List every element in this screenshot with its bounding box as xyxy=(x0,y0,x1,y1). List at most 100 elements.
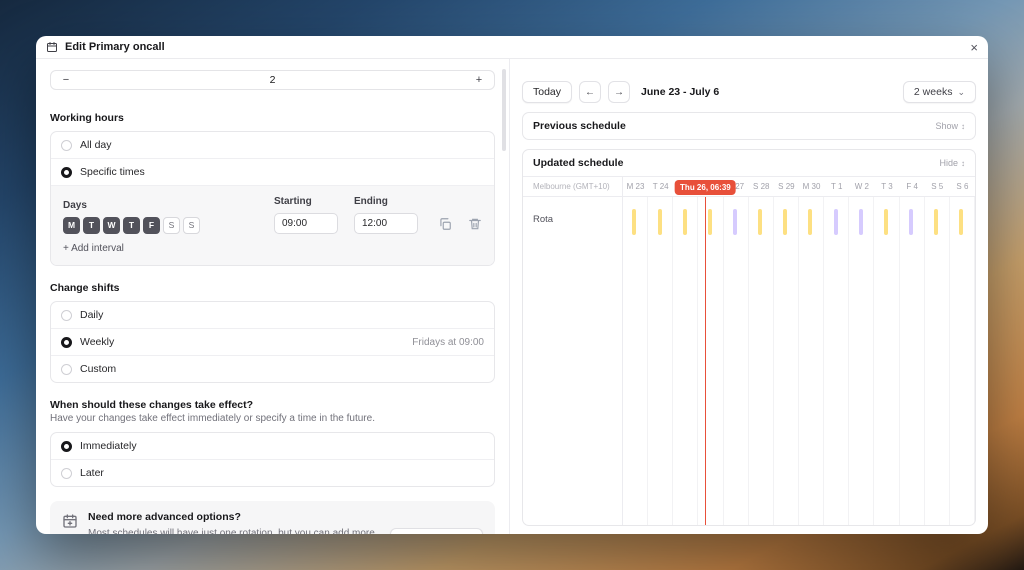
working-hours-label: Working hours xyxy=(50,112,495,124)
close-button[interactable]: × xyxy=(970,41,978,54)
day-column xyxy=(925,197,950,525)
previous-schedule-label: Previous schedule xyxy=(533,120,626,132)
shift-bar[interactable] xyxy=(909,209,913,235)
day-label: S 5 xyxy=(925,177,950,196)
day-toggle-tuesday[interactable]: T xyxy=(83,217,100,234)
shift-bar[interactable] xyxy=(758,209,762,235)
day-column xyxy=(673,197,698,525)
schedule-preview-panel: Today ← → June 23 - July 6 2 weeks ⌄ Pre… xyxy=(510,59,988,534)
timeline-grid xyxy=(623,197,975,525)
shift-bar[interactable] xyxy=(632,209,636,235)
shift-bar[interactable] xyxy=(884,209,888,235)
advanced-text: Most schedules will have just one rotati… xyxy=(88,528,375,534)
show-toggle[interactable]: Show ↕ xyxy=(935,121,965,131)
option-all-day[interactable]: All day xyxy=(51,132,494,158)
shift-bar[interactable] xyxy=(683,209,687,235)
day-column xyxy=(623,197,648,525)
day-column xyxy=(874,197,899,525)
rotation-count-stepper: − 2 + xyxy=(50,70,495,90)
prev-period-button[interactable]: ← xyxy=(579,81,601,103)
radio-icon xyxy=(61,364,72,375)
option-label: Custom xyxy=(80,363,116,375)
day-column xyxy=(849,197,874,525)
current-time-line xyxy=(705,197,706,525)
timeline-toolbar: Today ← → June 23 - July 6 2 weeks ⌄ xyxy=(522,81,976,103)
starting-time-input[interactable] xyxy=(274,213,338,234)
add-rotation-button[interactable]: + Add rotation xyxy=(390,528,483,534)
radio-icon xyxy=(61,140,72,151)
option-label: All day xyxy=(80,139,112,151)
timeline: Melbourne (GMT+10) Rota M 23T 24W 25T 26… xyxy=(523,176,975,525)
option-weekly[interactable]: Weekly Fridays at 09:00 xyxy=(51,328,494,355)
advanced-title: Need more advanced options? xyxy=(88,511,380,523)
today-button[interactable]: Today xyxy=(522,81,572,103)
timeline-left-column: Melbourne (GMT+10) Rota xyxy=(523,177,623,525)
shift-bar[interactable] xyxy=(834,209,838,235)
radio-selected-icon xyxy=(61,441,72,452)
day-column xyxy=(648,197,673,525)
previous-schedule-bar[interactable]: Previous schedule Show ↕ xyxy=(522,112,976,140)
shift-bar[interactable] xyxy=(859,209,863,235)
day-label: M 30 xyxy=(799,177,824,196)
weekly-detail: Fridays at 09:00 xyxy=(412,337,484,348)
trash-icon xyxy=(468,217,482,231)
shift-bar[interactable] xyxy=(783,209,787,235)
current-time-badge: Thu 26, 06:39 xyxy=(675,180,736,195)
day-column xyxy=(774,197,799,525)
ending-time-input[interactable] xyxy=(354,213,418,234)
day-label: T 24 xyxy=(648,177,673,196)
unfold-icon: ↕ xyxy=(961,122,965,131)
day-toggle-sunday[interactable]: S xyxy=(183,217,200,234)
day-toggle-thursday[interactable]: T xyxy=(123,217,140,234)
day-column xyxy=(698,197,723,525)
radio-selected-icon xyxy=(61,167,72,178)
copy-interval-button[interactable] xyxy=(438,217,452,231)
shift-bar[interactable] xyxy=(708,209,712,235)
decrement-button[interactable]: − xyxy=(51,74,81,86)
day-toggle-friday[interactable]: F xyxy=(143,217,160,234)
radio-icon xyxy=(61,468,72,479)
radio-icon xyxy=(61,310,72,321)
shift-bar[interactable] xyxy=(658,209,662,235)
days-label: Days xyxy=(63,200,258,211)
calendar-plus-icon xyxy=(62,511,78,529)
change-shifts-label: Change shifts xyxy=(50,282,495,294)
day-column xyxy=(799,197,824,525)
next-period-button[interactable]: → xyxy=(608,81,630,103)
increment-button[interactable]: + xyxy=(464,74,494,86)
interval-editor: Days M T W T F S S xyxy=(51,185,494,265)
day-toggle-wednesday[interactable]: W xyxy=(103,217,120,234)
shift-bar[interactable] xyxy=(808,209,812,235)
day-toggle-saturday[interactable]: S xyxy=(163,217,180,234)
unfold-icon: ↕ xyxy=(961,159,965,168)
timezone-label: Melbourne (GMT+10) xyxy=(523,177,622,197)
shift-bar[interactable] xyxy=(934,209,938,235)
option-later[interactable]: Later xyxy=(51,459,494,486)
day-column xyxy=(824,197,849,525)
shift-bar[interactable] xyxy=(733,209,737,235)
option-label: Immediately xyxy=(80,440,137,452)
starting-label: Starting xyxy=(274,196,338,207)
chevron-down-icon: ⌄ xyxy=(957,88,965,97)
scrollbar-thumb[interactable] xyxy=(502,69,506,151)
advanced-options-box: Need more advanced options? Most schedul… xyxy=(50,501,495,534)
day-label: S 6 xyxy=(950,177,975,196)
add-interval-button[interactable]: + Add interval xyxy=(63,243,124,254)
modal-title: Edit Primary oncall xyxy=(65,41,165,53)
toggle-label: Hide xyxy=(939,158,958,168)
settings-panel: − 2 + Working hours All day Specific tim… xyxy=(36,59,510,534)
day-toggle-monday[interactable]: M xyxy=(63,217,80,234)
modal-header: Edit Primary oncall × xyxy=(36,36,988,59)
option-immediately[interactable]: Immediately xyxy=(51,433,494,459)
day-label: T 1 xyxy=(824,177,849,196)
option-specific-times[interactable]: Specific times xyxy=(51,158,494,185)
edit-oncall-modal: Edit Primary oncall × − 2 + Working hour… xyxy=(36,36,988,534)
hide-toggle[interactable]: Hide ↕ xyxy=(939,158,965,168)
toggle-label: Show xyxy=(935,121,958,131)
zoom-select[interactable]: 2 weeks ⌄ xyxy=(903,81,976,103)
day-label: F 4 xyxy=(900,177,925,196)
delete-interval-button[interactable] xyxy=(468,217,482,231)
option-custom[interactable]: Custom xyxy=(51,355,494,382)
shift-bar[interactable] xyxy=(959,209,963,235)
option-daily[interactable]: Daily xyxy=(51,302,494,328)
